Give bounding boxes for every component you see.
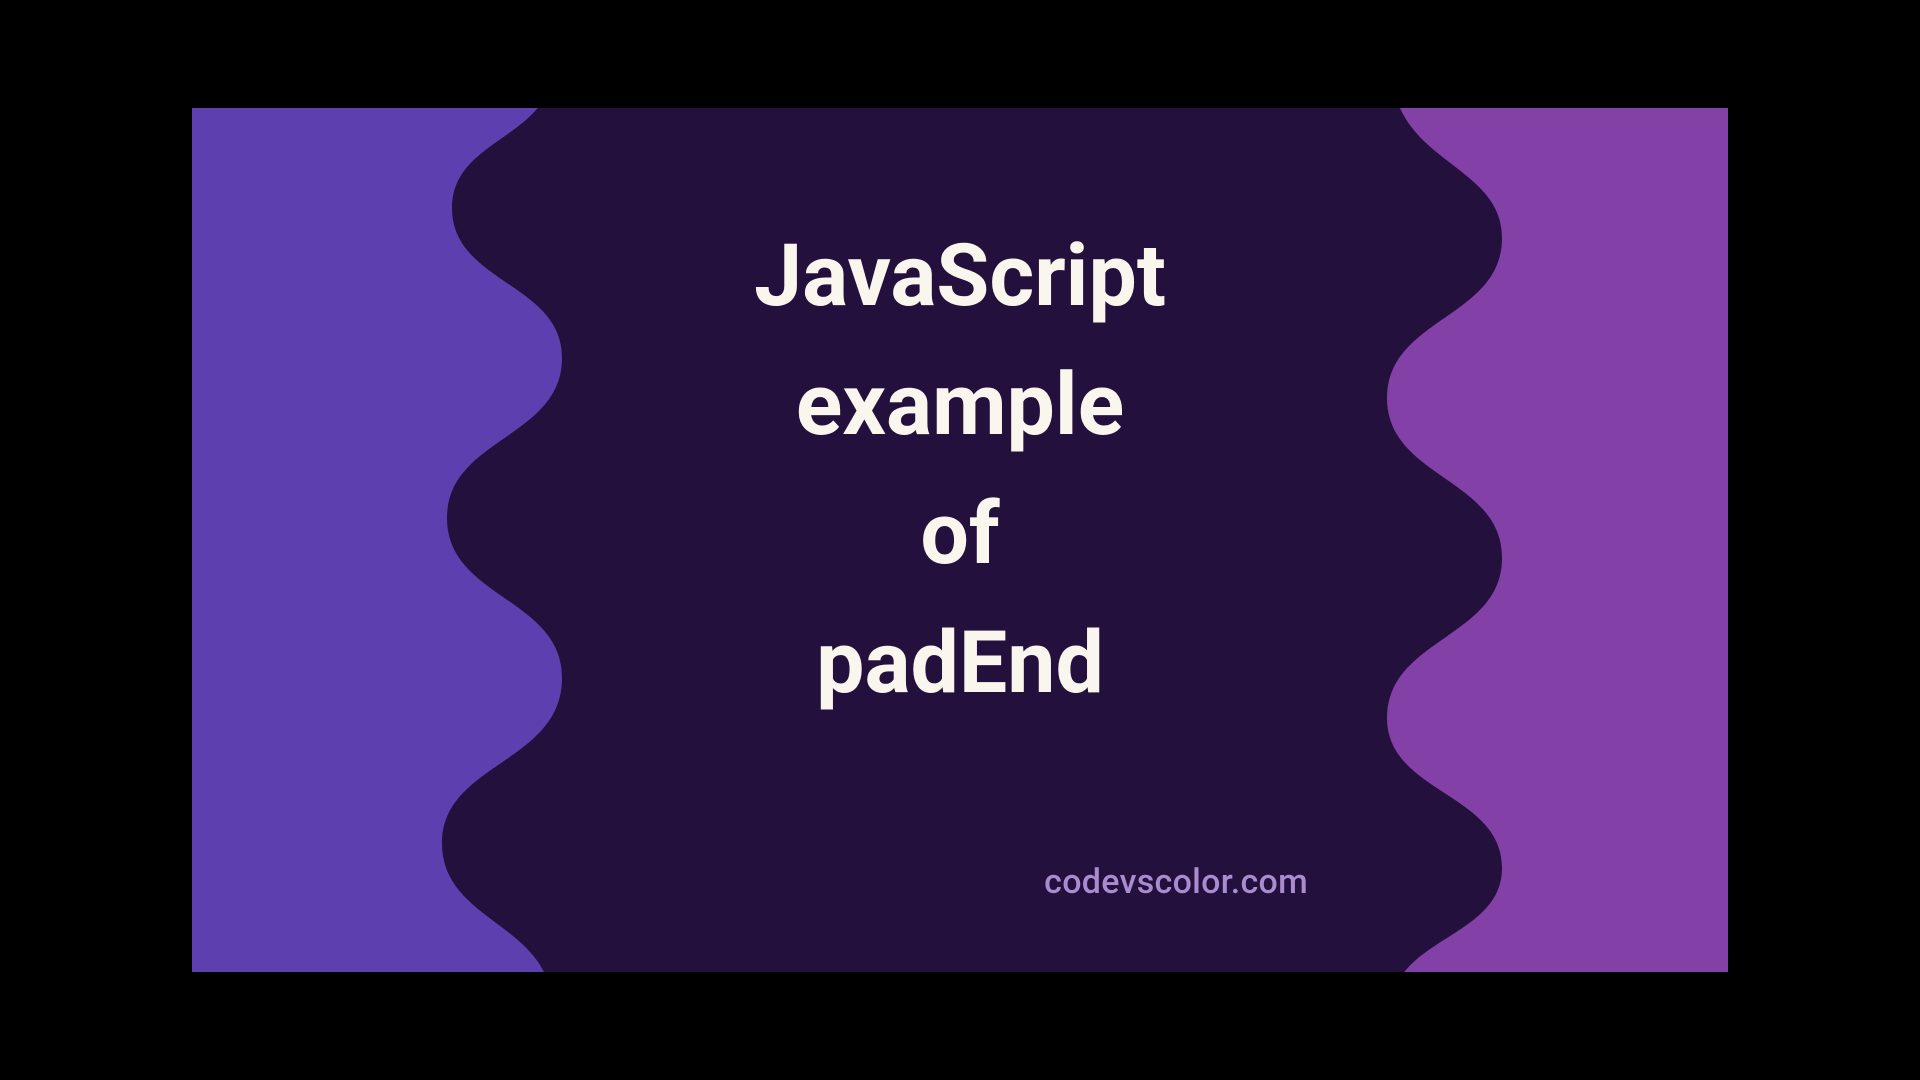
thumbnail-card: JavaScript example of padEnd codevscolor… bbox=[192, 108, 1728, 972]
credit-text: codevscolor.com bbox=[1044, 862, 1308, 902]
title-block: JavaScript example of padEnd bbox=[192, 108, 1728, 972]
title-line: padEnd bbox=[816, 605, 1104, 721]
title-line: JavaScript bbox=[754, 218, 1166, 334]
title-line: of bbox=[920, 476, 999, 592]
title-line: example bbox=[796, 347, 1124, 463]
